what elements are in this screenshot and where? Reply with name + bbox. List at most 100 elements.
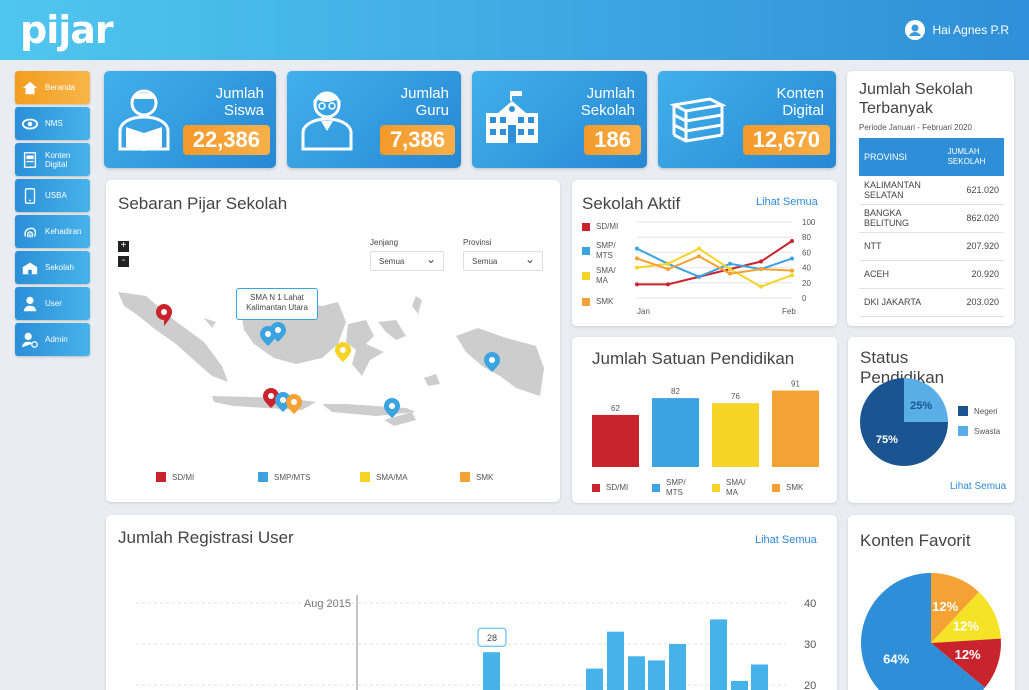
eye-icon bbox=[21, 118, 39, 129]
top-header: pijar Hai Agnes P.R bbox=[0, 0, 1029, 60]
time-marker-label: Aug 2015 bbox=[304, 598, 351, 610]
sidebar-item-label: Kehadiran bbox=[45, 227, 82, 236]
table-row[interactable]: NTT 207.920 bbox=[859, 232, 1004, 261]
bar-2 bbox=[712, 403, 759, 467]
legend-swatch bbox=[772, 483, 780, 492]
stat-value: 7,386 bbox=[379, 125, 455, 155]
jenjang-value: Semua bbox=[379, 257, 405, 266]
phone-icon bbox=[24, 187, 36, 204]
school-icon bbox=[22, 262, 38, 274]
stat-card-guru[interactable]: Jumlah Guru 7,386 bbox=[287, 71, 461, 168]
stat-label: Konten Digital bbox=[776, 85, 824, 119]
registration-bar bbox=[648, 660, 665, 690]
stat-card-sekolah[interactable]: Jumlah Sekolah 186 bbox=[472, 71, 647, 168]
y-tick-label: 20 bbox=[802, 279, 811, 288]
sidebar-item-nms[interactable]: NMS bbox=[15, 107, 90, 140]
data-point bbox=[728, 267, 732, 272]
indonesia-map[interactable] bbox=[116, 280, 546, 445]
sidebar-item-kehadiran[interactable]: Kehadiran bbox=[15, 215, 90, 248]
x-tick-label: Jan bbox=[637, 307, 650, 316]
y-tick-label: 30 bbox=[804, 639, 816, 651]
legend-swatch bbox=[592, 483, 600, 492]
favorit-pie-chart[interactable]: 12% 12% 12% 64% bbox=[861, 573, 1003, 690]
table-row[interactable]: ACEH 20.920 bbox=[859, 260, 1004, 289]
pijar-logo[interactable]: pijar bbox=[20, 8, 114, 52]
table-row[interactable]: BANGKA BELITUNG 862.020 bbox=[859, 204, 1004, 233]
status-pie-chart[interactable]: 25% 75% bbox=[859, 377, 949, 467]
sidebar-item-sekolah[interactable]: Sekolah bbox=[15, 251, 90, 284]
line-chart[interactable]: 100 80 60 40 20 0 Jan Feb bbox=[632, 218, 832, 318]
sekolah-aktif-link[interactable]: Lihat Semua bbox=[756, 196, 818, 208]
count-cell: 207.920 bbox=[942, 232, 1004, 261]
legend-swatch bbox=[958, 406, 968, 416]
data-point bbox=[759, 259, 763, 264]
series-line-0 bbox=[637, 240, 793, 286]
data-point bbox=[728, 271, 732, 276]
data-point bbox=[790, 268, 794, 273]
registration-bar bbox=[669, 644, 686, 690]
bar-3 bbox=[772, 390, 819, 467]
y-tick-label: 0 bbox=[802, 294, 807, 303]
map-title: Sebaran Pijar Sekolah bbox=[118, 194, 288, 213]
stat-card-konten[interactable]: Konten Digital 12,670 bbox=[658, 71, 836, 168]
jenjang-select[interactable]: Semua bbox=[370, 251, 444, 271]
column-header: JUMLAH SEKOLAH bbox=[942, 138, 1004, 176]
registrasi-bar-chart[interactable]: 40 30 20 Aug 2015 28 bbox=[126, 585, 826, 690]
pin-smp-icon[interactable] bbox=[384, 398, 400, 418]
admin-icon bbox=[21, 332, 38, 348]
stat-label: Jumlah Sekolah bbox=[580, 85, 635, 119]
legend-label: SMA/MA bbox=[376, 472, 408, 482]
zoom-out-button[interactable]: - bbox=[118, 256, 129, 267]
favorit-card: Konten Favorit 12% 12% 12% 64% bbox=[848, 515, 1015, 690]
legend-swasta: Swasta bbox=[958, 426, 1000, 436]
bar-tooltip-label: 28 bbox=[487, 633, 497, 643]
table-row[interactable]: KALIMANTAN SELATAN 621.020 bbox=[859, 176, 1004, 205]
legend-swatch bbox=[712, 484, 720, 492]
stat-card-siswa[interactable]: Jumlah Siswa 22,386 bbox=[104, 71, 276, 168]
legend-swatch bbox=[582, 247, 590, 255]
province-cell: NTT bbox=[859, 232, 943, 261]
sidebar-item-usba[interactable]: USBA bbox=[15, 179, 90, 212]
registration-bar bbox=[586, 668, 603, 690]
legend-negeri: Negeri bbox=[958, 406, 998, 416]
teacher-icon bbox=[301, 91, 353, 151]
user-icon bbox=[23, 296, 37, 311]
pin-sma-icon[interactable] bbox=[335, 342, 351, 362]
user-menu[interactable]: Hai Agnes P.R bbox=[904, 20, 1009, 40]
sidebar-item-beranda[interactable]: Beranda bbox=[15, 71, 90, 104]
bar-chart[interactable]: 62 82 76 91 bbox=[582, 377, 832, 469]
map-tooltip: SMA N 1 Lahat Kalimantan Utara bbox=[236, 288, 318, 320]
provinsi-select[interactable]: Semua bbox=[463, 251, 543, 271]
user-avatar-icon bbox=[904, 20, 925, 40]
registrasi-link[interactable]: Lihat Semua bbox=[755, 534, 817, 546]
home-icon bbox=[22, 81, 38, 94]
top-schools-period: Periode Januari - Februari 2020 bbox=[859, 123, 972, 132]
sidebar-item-label: NMS bbox=[45, 119, 63, 128]
sidebar-item-admin[interactable]: Admin bbox=[15, 323, 90, 356]
table-row[interactable]: DKI JAKARTA 203.020 bbox=[859, 288, 1004, 317]
data-point bbox=[635, 246, 639, 251]
data-point bbox=[790, 256, 794, 261]
legend-swatch bbox=[156, 472, 166, 482]
data-point bbox=[790, 239, 794, 243]
y-tick-label: 40 bbox=[804, 598, 816, 610]
sidebar-item-konten-digital[interactable]: Konten Digital bbox=[15, 143, 90, 176]
data-point bbox=[635, 282, 639, 287]
data-point bbox=[666, 261, 670, 266]
sidebar-item-user[interactable]: User bbox=[15, 287, 90, 320]
table-header-row: PROVINSI JUMLAH SEKOLAH bbox=[859, 138, 1004, 176]
school-building-icon bbox=[486, 91, 538, 143]
sidebar-item-label: Konten Digital bbox=[45, 150, 71, 169]
legend-sd: SD/MI bbox=[156, 472, 194, 482]
pin-smk-icon[interactable] bbox=[286, 394, 302, 414]
fingerprint-icon bbox=[24, 227, 36, 238]
legend-swatch bbox=[652, 484, 660, 492]
sidebar-item-label: Beranda bbox=[45, 83, 76, 92]
status-link[interactable]: Lihat Semua bbox=[950, 481, 1006, 492]
legend-smp: SMP/ MTS bbox=[582, 241, 616, 261]
zoom-in-button[interactable]: + bbox=[118, 241, 129, 252]
bar-1 bbox=[652, 398, 699, 467]
satuan-title: Jumlah Satuan Pendidikan bbox=[592, 349, 795, 368]
legend-swatch bbox=[582, 297, 590, 306]
legend-sma: SMA/MA bbox=[360, 472, 408, 482]
